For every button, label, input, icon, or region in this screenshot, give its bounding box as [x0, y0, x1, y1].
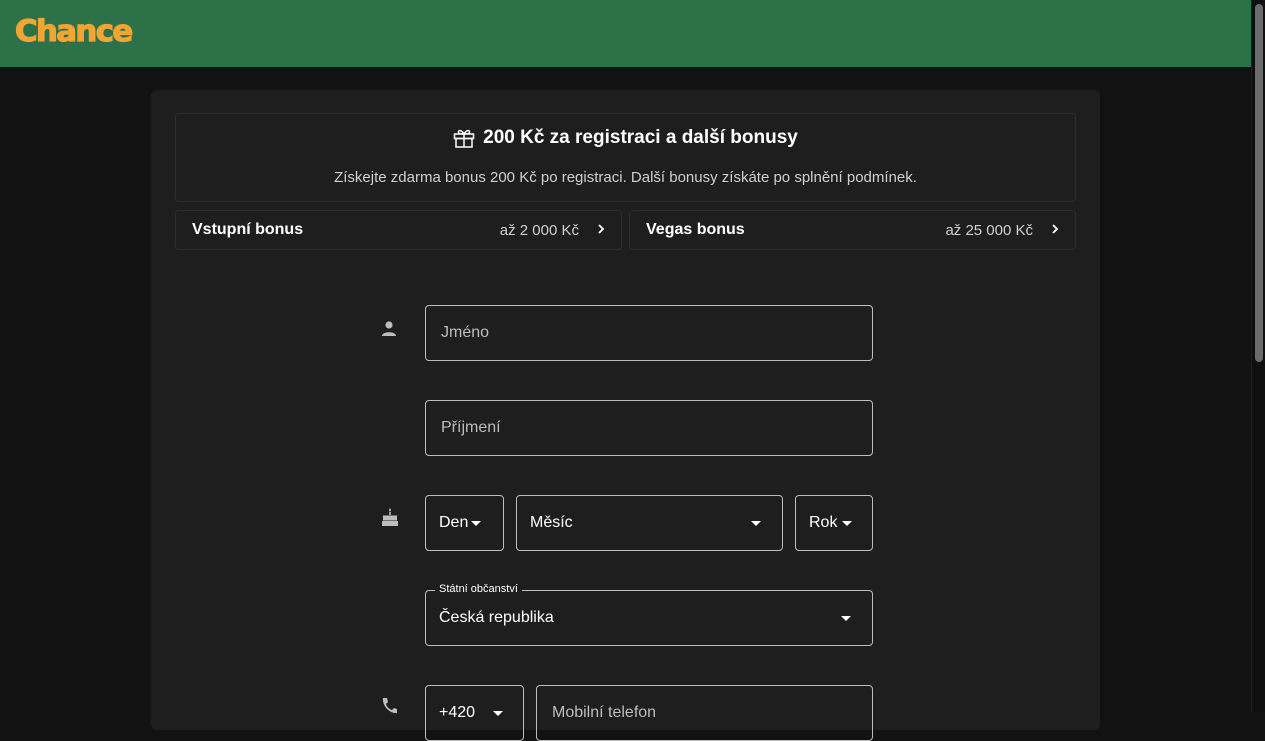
top-header: Chance: [0, 0, 1251, 67]
day-label: Den: [439, 514, 469, 531]
chevron-down-icon: [471, 520, 481, 526]
first-name-field[interactable]: Jméno: [425, 305, 873, 361]
citizenship-value: Česká republika: [439, 609, 554, 626]
bonus-amount: až 2 000 Kč: [499, 221, 579, 239]
bonus-vegas[interactable]: Vegas bonus až 25 000 Kč: [629, 210, 1076, 250]
promo-title: 200 Kč za registraci a další bonusy: [483, 127, 798, 148]
year-label: Rok: [809, 514, 838, 531]
citizenship-select[interactable]: Státní občanství Česká republika: [425, 583, 873, 646]
chevron-down-icon: [842, 520, 852, 526]
citizenship-label: Státní občanství: [435, 583, 522, 595]
last-name-placeholder: Příjmení: [441, 419, 501, 436]
chevron-down-icon: [493, 710, 503, 716]
gift-icon: [453, 128, 475, 148]
phone-placeholder: Mobilní telefon: [552, 704, 657, 721]
scrollbar-thumb[interactable]: [1255, 4, 1263, 362]
promo-banner: 200 Kč za registraci a další bonusy Získ…: [175, 113, 1076, 202]
page-scrollbar[interactable]: [1251, 0, 1265, 712]
bonus-name: Vstupní bonus: [192, 221, 304, 238]
phone-field[interactable]: Mobilní telefon: [536, 685, 873, 741]
month-select[interactable]: Měsíc: [516, 495, 783, 551]
cake-icon: [380, 507, 400, 532]
chevron-down-icon: [841, 615, 851, 621]
bonus-amount: až 25 000 Kč: [945, 221, 1033, 239]
month-label: Měsíc: [530, 514, 573, 531]
phone-icon: [380, 697, 398, 720]
first-name-placeholder: Jméno: [441, 324, 490, 341]
promo-title-row: 200 Kč za registraci a další bonusy: [176, 127, 1075, 149]
chevron-right-icon: [1051, 222, 1059, 239]
year-select[interactable]: Rok: [795, 495, 873, 551]
chance-logo[interactable]: Chance: [14, 13, 133, 48]
bonus-vstupni[interactable]: Vstupní bonus až 2 000 Kč: [175, 210, 622, 250]
phone-prefix: +420: [439, 704, 476, 721]
phone-prefix-select[interactable]: +420: [425, 685, 524, 741]
promo-subtitle: Získejte zdarma bonus 200 Kč po registra…: [334, 169, 917, 186]
chevron-right-icon: [597, 222, 605, 239]
chevron-down-icon: [751, 520, 761, 526]
day-select[interactable]: Den: [425, 495, 504, 551]
person-icon: [380, 320, 398, 343]
last-name-field[interactable]: Příjmení: [425, 400, 873, 456]
bonus-name: Vegas bonus: [646, 221, 745, 238]
